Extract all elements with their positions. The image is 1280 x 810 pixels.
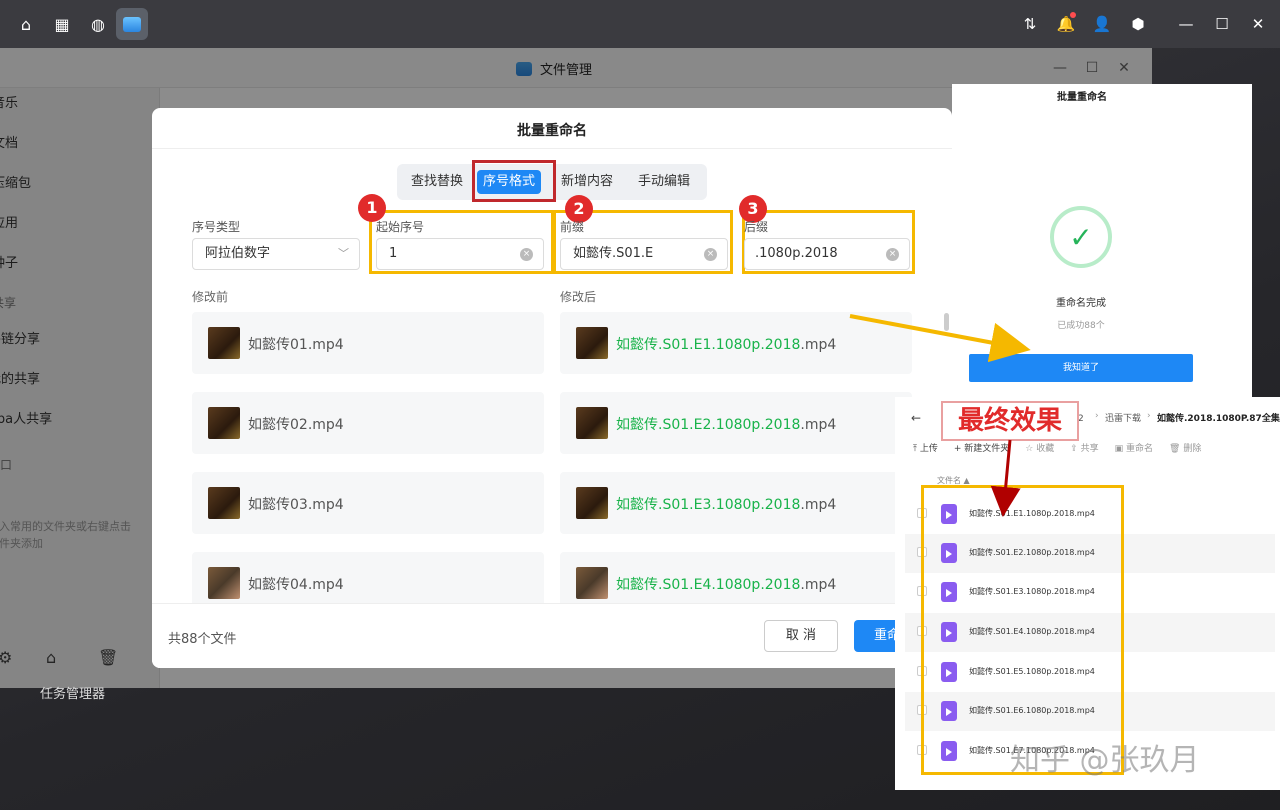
arrow-to-result xyxy=(990,439,1021,517)
watermark: 知乎 @张玖月 xyxy=(1010,743,1200,778)
arrow-to-done xyxy=(849,314,1031,363)
annotation-arrows xyxy=(849,314,1031,517)
